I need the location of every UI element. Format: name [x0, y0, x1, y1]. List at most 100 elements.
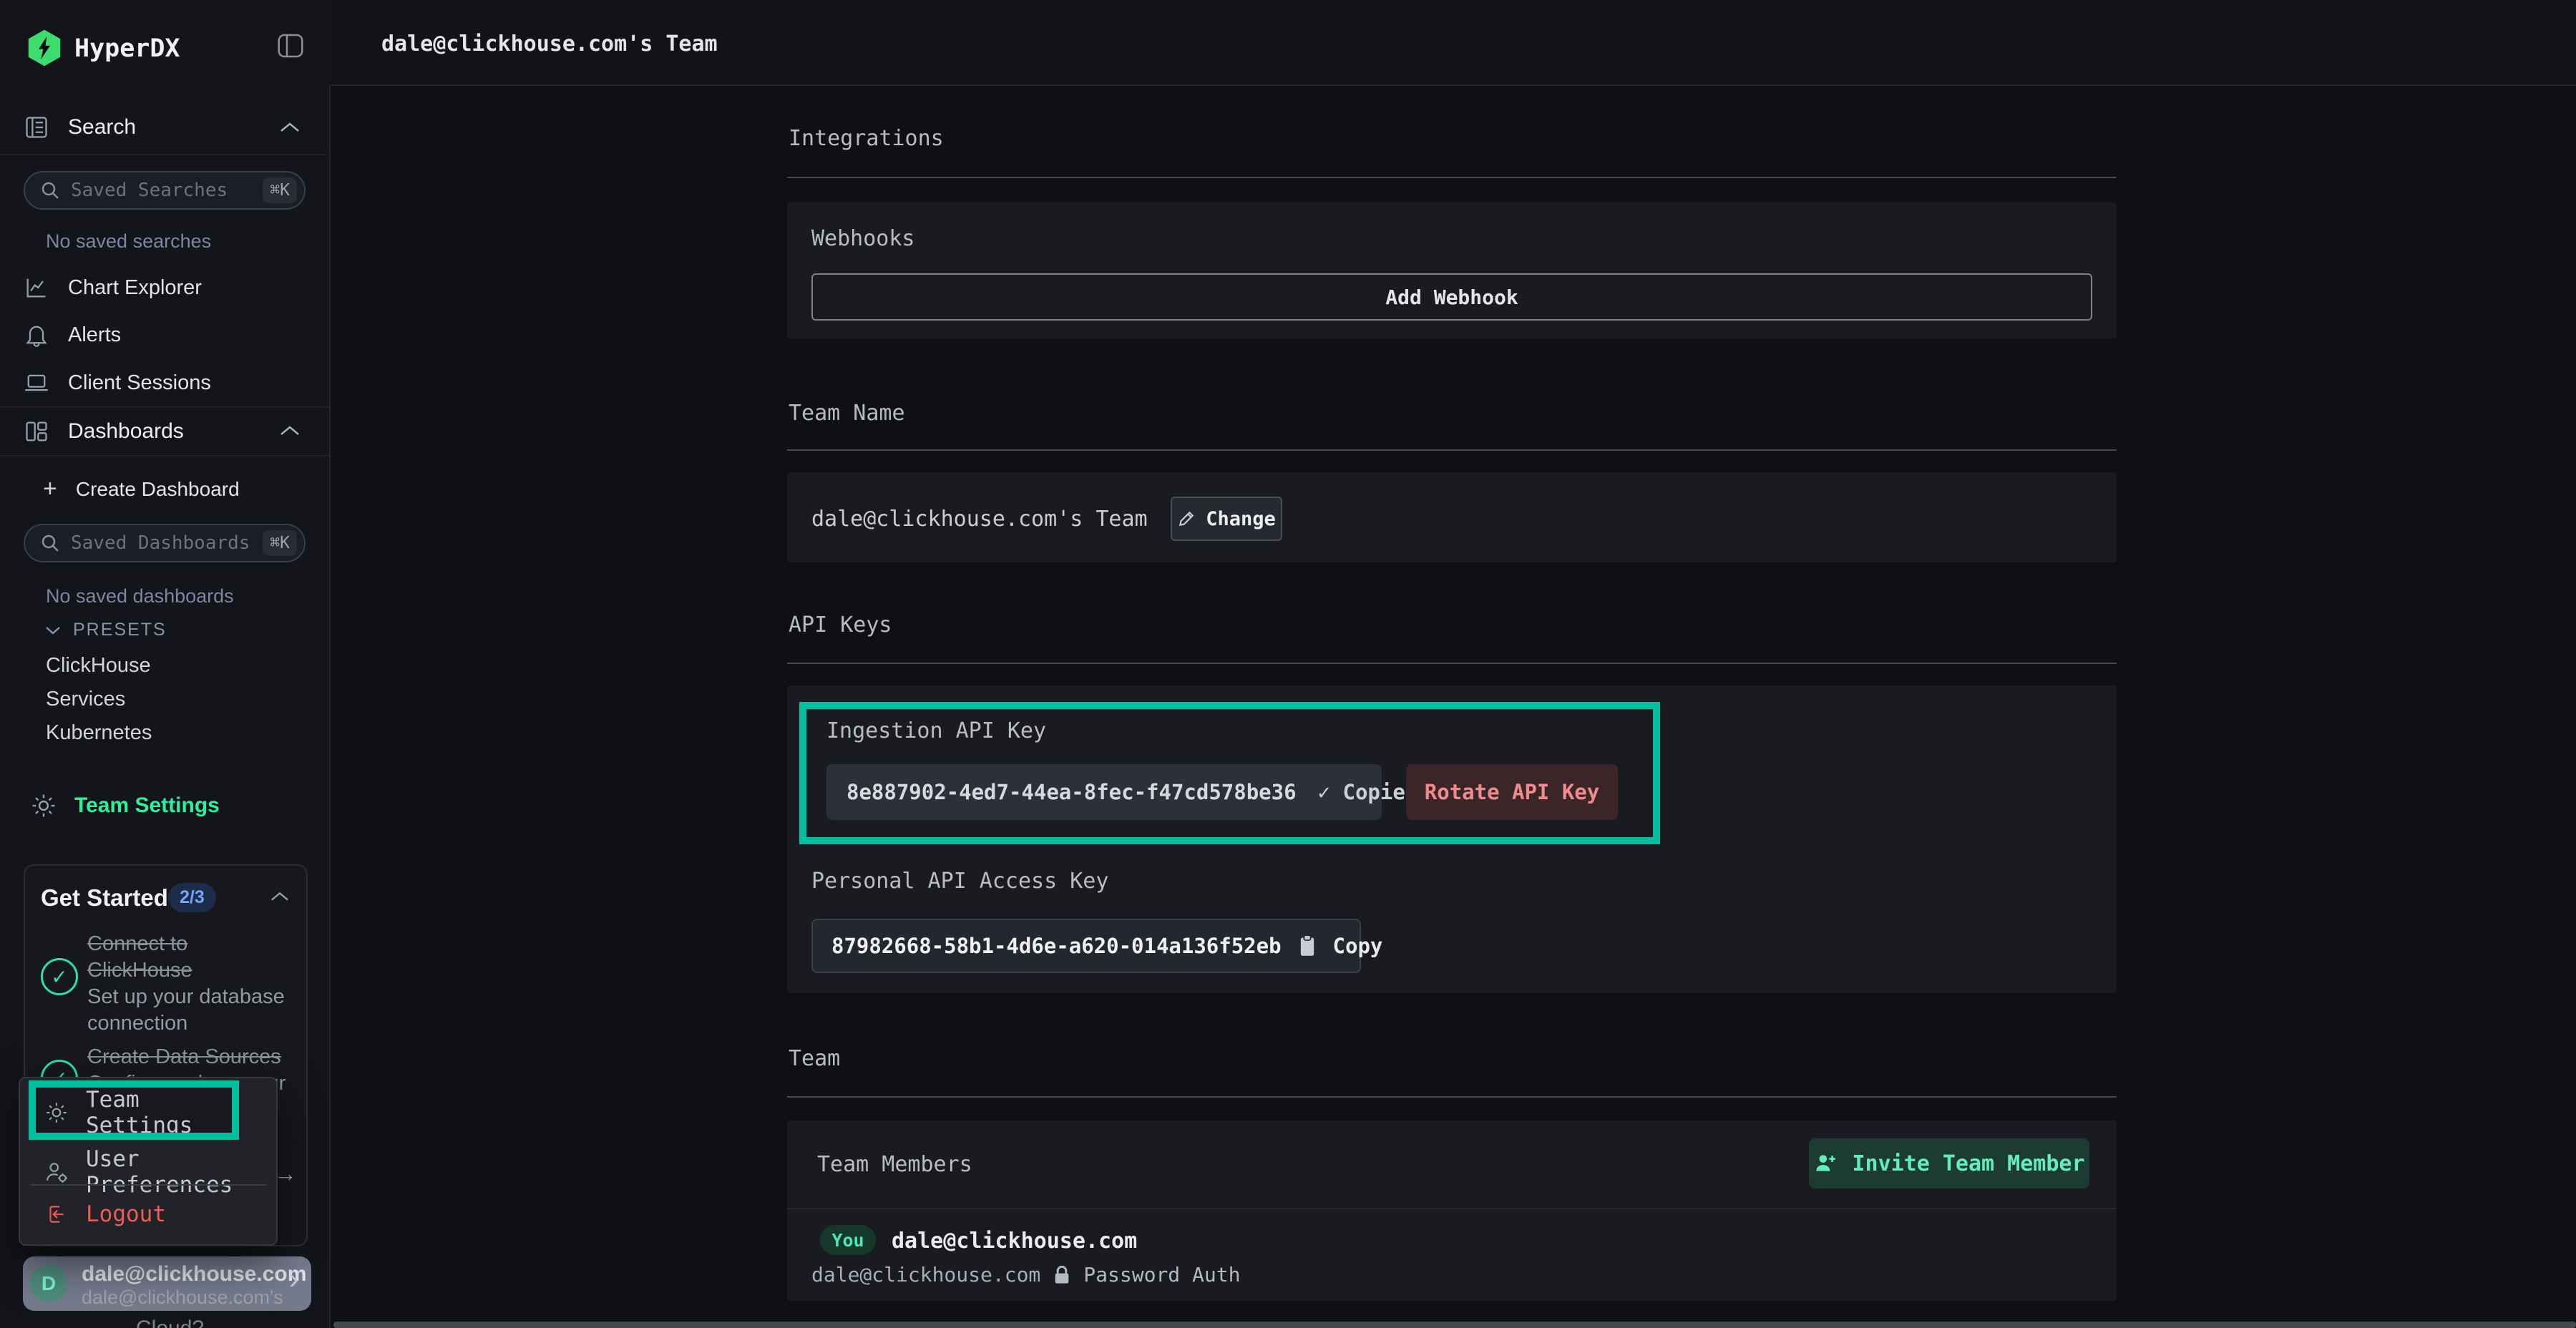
invite-team-member-button[interactable]: Invite Team Member [1809, 1138, 2089, 1188]
item-desc: Set up your database [87, 984, 295, 1010]
chevron-up-icon[interactable] [279, 424, 301, 438]
sidebar-item-label: Client Sessions [68, 371, 211, 395]
collapse-sidebar-button[interactable] [276, 31, 305, 60]
section-dashboards[interactable]: Dashboards [24, 419, 184, 444]
create-dashboard-label: Create Dashboard [76, 478, 240, 501]
team-name-heading: Team Name [789, 401, 905, 426]
personal-api-key-value: 87982668-58b1-4d6e-a620-014a136f52eb [831, 934, 1282, 958]
webhooks-card: Webhooks Add Webhook [787, 202, 2117, 338]
user-gear-icon [44, 1160, 69, 1184]
rotate-api-key-label: Rotate API Key [1425, 780, 1599, 804]
progress-badge: 2/3 [168, 883, 216, 912]
ingestion-api-key-chip[interactable]: 8e887902-4ed7-44ea-8fec-f47cd578be36 ✓ C… [826, 764, 1382, 820]
webhooks-label: Webhooks [811, 226, 915, 251]
preset-kubernetes[interactable]: Kubernetes [46, 721, 152, 745]
member-sub-row: dale@clickhouse.com Password Auth [811, 1263, 1240, 1286]
get-started-item[interactable]: Connect to ClickHouse Set up your databa… [87, 931, 295, 1037]
sidebar-item-label: Alerts [68, 323, 121, 347]
personal-api-key-chip[interactable]: 87982668-58b1-4d6e-a620-014a136f52eb Cop… [811, 919, 1361, 973]
team-members-label: Team Members [817, 1152, 972, 1177]
menu-item-logout[interactable]: Logout [44, 1201, 166, 1227]
presets-label: PRESETS [73, 620, 167, 640]
divider [787, 663, 2117, 664]
presets-toggle[interactable]: PRESETS [44, 620, 167, 640]
plus-icon: + [43, 475, 57, 503]
sidebar-item-client-sessions[interactable]: Client Sessions [24, 370, 211, 396]
search-icon [39, 180, 61, 201]
get-started-title: Get Started [41, 884, 168, 912]
shortcut-badge: ⌘K [263, 177, 297, 203]
person-plus-icon [1813, 1151, 1838, 1176]
shortcut-badge: ⌘K [263, 530, 297, 556]
menu-divider [30, 1184, 266, 1186]
team-name-value: dale@clickhouse.com's Team [811, 507, 1148, 532]
clipboard-icon [1297, 934, 1317, 957]
menu-label: Team Settings [86, 1087, 240, 1138]
saved-searches-placeholder: Saved Searches [71, 180, 253, 201]
add-webhook-label: Add Webhook [1385, 285, 1518, 309]
menu-item-team-settings[interactable]: Team Settings [30, 1085, 240, 1141]
sidebar: HyperDX Search [0, 0, 331, 1328]
api-keys-card: Ingestion API Key 8e887902-4ed7-44ea-8fe… [787, 685, 2117, 993]
ingestion-api-key-label: Ingestion API Key [826, 718, 1046, 743]
search-section-icon [24, 114, 49, 140]
avatar: D [30, 1265, 67, 1302]
item-title: Create Data Sources [87, 1044, 302, 1070]
gear-icon [44, 1100, 69, 1125]
card-divider [787, 1208, 2117, 1209]
item-desc: connection [87, 1010, 295, 1037]
search-icon [39, 532, 61, 554]
horizontal-scrollbar[interactable] [333, 1322, 2576, 1328]
copy-label: Copy [1333, 934, 1383, 958]
chevron-up-icon[interactable] [270, 890, 290, 903]
team-settings-label: Team Settings [74, 794, 220, 818]
account-menu-popup: Team Settings User Preferences [19, 1077, 278, 1246]
clipped-footer-text: Cloud? [136, 1317, 204, 1328]
team-members-card: Team Members Invite Team Member You dale… [787, 1120, 2117, 1301]
item-title: ClickHouse [87, 957, 295, 984]
dashboards-icon [24, 419, 49, 444]
check-glyph: ✓ [51, 965, 67, 989]
search-section-label: Search [68, 115, 136, 140]
divider [787, 449, 2117, 451]
chevron-down-icon [44, 625, 62, 636]
team-heading: Team [789, 1046, 840, 1071]
menu-item-user-preferences[interactable]: User Preferences [44, 1146, 276, 1198]
chevron-up-icon[interactable] [279, 120, 301, 135]
chart-icon [24, 275, 49, 301]
create-dashboard-button[interactable]: + Create Dashboard [43, 475, 240, 503]
saved-dashboards-input[interactable]: Saved Dashboards ⌘K [24, 524, 306, 562]
integrations-heading: Integrations [789, 126, 944, 151]
sidebar-item-label: Chart Explorer [68, 276, 202, 300]
no-saved-dashboards-text: No saved dashboards [46, 585, 234, 607]
preset-clickhouse[interactable]: ClickHouse [46, 654, 151, 678]
menu-label: User Preferences [86, 1146, 276, 1198]
you-badge-label: You [831, 1230, 864, 1251]
invite-label: Invite Team Member [1852, 1151, 2084, 1176]
add-webhook-button[interactable]: Add Webhook [811, 273, 2092, 321]
divider [0, 154, 329, 155]
dashboards-section-label: Dashboards [68, 419, 184, 444]
sidebar-item-chart-explorer[interactable]: Chart Explorer [24, 275, 202, 301]
sidebar-item-alerts[interactable]: Alerts [24, 322, 121, 348]
laptop-icon [24, 370, 49, 396]
member-email-sub: dale@clickhouse.com [811, 1263, 1040, 1286]
gear-icon [30, 792, 57, 819]
avatar-initial: D [42, 1272, 56, 1295]
menu-label: Logout [86, 1201, 166, 1227]
main-header: dale@clickhouse.com's Team [329, 0, 2576, 86]
saved-searches-input[interactable]: Saved Searches ⌘K [24, 171, 306, 210]
personal-api-key-label: Personal API Access Key [811, 869, 1108, 894]
app-root: HyperDX Search [0, 0, 2576, 1328]
section-search[interactable]: Search [24, 114, 136, 140]
sidebar-item-team-settings[interactable]: Team Settings [30, 792, 220, 819]
hyperdx-logo-icon [26, 29, 63, 67]
change-label: Change [1206, 508, 1276, 530]
rotate-api-key-button[interactable]: Rotate API Key [1406, 764, 1618, 820]
preset-services[interactable]: Services [46, 688, 125, 711]
you-badge: You [820, 1225, 876, 1255]
chevron-right-icon: › [289, 1264, 298, 1296]
change-team-name-button[interactable]: Change [1171, 497, 1282, 541]
user-account-card[interactable]: D dale@clickhouse.com dale@clickhouse.co… [23, 1256, 311, 1311]
page-title: dale@clickhouse.com's Team [381, 31, 718, 57]
